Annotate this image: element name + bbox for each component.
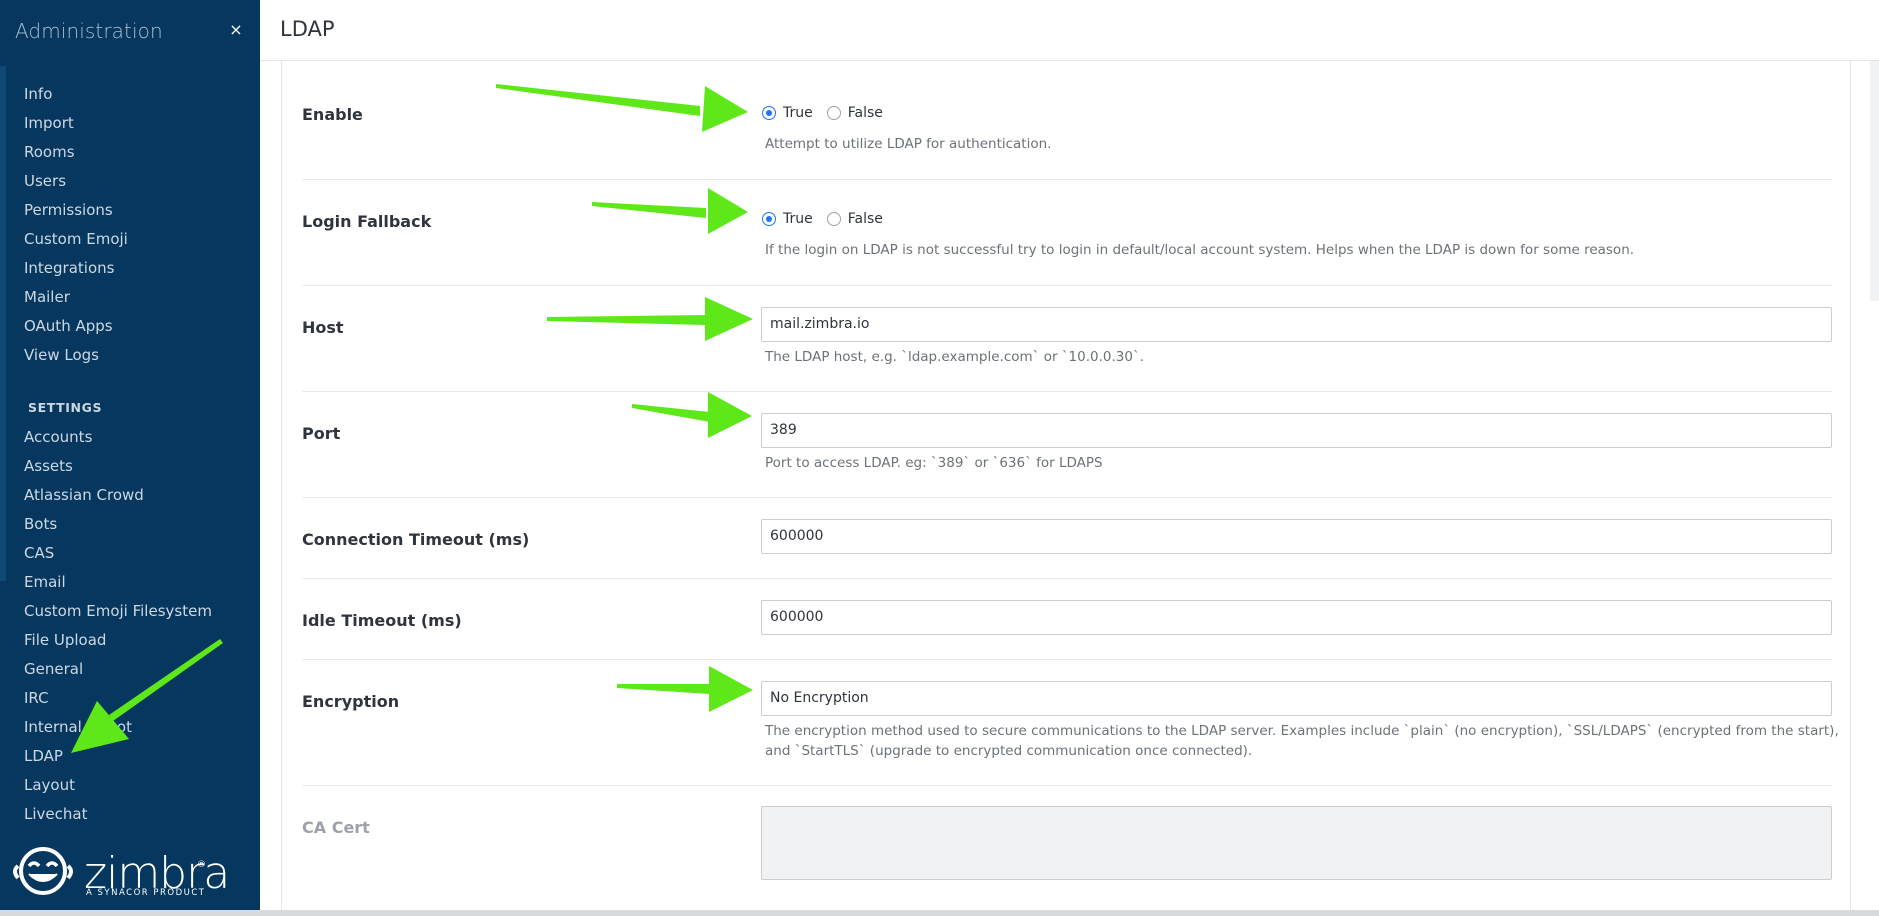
sidebar-item-view-logs[interactable]: View Logs: [0, 341, 260, 370]
logo-tagline: A SYNACOR PRODUCT: [86, 888, 206, 898]
ca-cert-label: CA Cert: [302, 818, 370, 837]
sidebar-item-general[interactable]: General: [0, 655, 260, 684]
sidebar-item-internal-hubot[interactable]: Internal Hubot: [0, 713, 260, 742]
login-fallback-label: Login Fallback: [302, 212, 432, 231]
main-scrollbar[interactable]: [1870, 61, 1879, 301]
settings-section-label: SETTINGS: [28, 400, 103, 415]
sidebar-item-mailer[interactable]: Mailer: [0, 283, 260, 312]
page-header: LDAP: [260, 0, 1879, 61]
sidebar-item-layout[interactable]: Layout: [0, 771, 260, 800]
sidebar-item-rooms[interactable]: Rooms: [0, 138, 260, 167]
login-fallback-true-radio[interactable]: [762, 212, 776, 226]
sidebar-item-email[interactable]: Email: [0, 568, 260, 597]
sidebar-item-bots[interactable]: Bots: [0, 510, 260, 539]
enable-false-label: False: [847, 105, 883, 121]
sidebar-header: Administration ×: [0, 0, 260, 62]
sidebar-item-custom-emoji[interactable]: Custom Emoji: [0, 225, 260, 254]
port-input[interactable]: 389: [761, 413, 1832, 448]
connection-timeout-input[interactable]: 600000: [761, 519, 1832, 554]
enable-true-label: True: [783, 105, 813, 121]
sidebar-item-integrations[interactable]: Integrations: [0, 254, 260, 283]
encryption-select[interactable]: No Encryption: [761, 681, 1832, 716]
sidebar-item-info[interactable]: Info: [0, 80, 260, 109]
connection-timeout-label: Connection Timeout (ms): [302, 530, 530, 549]
page-title: LDAP: [280, 17, 335, 41]
setting-enable: Enable True False Attempt to utilize LDA…: [302, 61, 1832, 180]
sidebar-title: Administration: [15, 19, 163, 43]
login-fallback-true-label: True: [783, 211, 813, 227]
login-fallback-true-option[interactable]: True: [762, 211, 813, 227]
login-fallback-hint: If the login on LDAP is not successful t…: [765, 242, 1635, 258]
login-fallback-false-radio[interactable]: [826, 212, 841, 226]
ca-cert-textarea[interactable]: [761, 806, 1832, 880]
host-input[interactable]: mail.zimbra.io: [761, 307, 1832, 342]
enable-true-radio[interactable]: [762, 106, 776, 120]
encryption-hint-line2: and `StartTLS` (upgrade to encrypted com…: [765, 743, 1253, 759]
idle-timeout-input[interactable]: 600000: [761, 600, 1832, 635]
host-hint: The LDAP host, e.g. `ldap.example.com` o…: [765, 349, 1144, 365]
sidebar-item-assets[interactable]: Assets: [0, 452, 260, 481]
admin-sidebar: Administration × Info Import Rooms Users…: [0, 0, 260, 910]
zimbra-face-icon: [13, 847, 73, 895]
port-hint: Port to access LDAP. eg: `389` or `636` …: [765, 455, 1103, 471]
encryption-label: Encryption: [302, 692, 400, 711]
bottom-edge: [0, 910, 1879, 916]
enable-false-radio[interactable]: [826, 106, 841, 120]
host-label: Host: [302, 318, 344, 337]
login-fallback-false-label: False: [847, 211, 883, 227]
sidebar-item-ldap[interactable]: LDAP: [0, 742, 260, 771]
settings-nav-list: Accounts Assets Atlassian Crowd Bots CAS…: [0, 423, 260, 829]
zimbra-logo: zimbra ® A SYNACOR PRODUCT: [0, 836, 260, 910]
sidebar-item-import[interactable]: Import: [0, 109, 260, 138]
ldap-settings-panel: Enable True False Attempt to utilize LDA…: [281, 61, 1851, 910]
sidebar-item-irc[interactable]: IRC: [0, 684, 260, 713]
sidebar-item-cas[interactable]: CAS: [0, 539, 260, 568]
enable-label: Enable: [302, 105, 363, 124]
sidebar-item-permissions[interactable]: Permissions: [0, 196, 260, 225]
enable-hint: Attempt to utilize LDAP for authenticati…: [765, 136, 1052, 152]
setting-idle-timeout: Idle Timeout (ms) 600000: [302, 579, 1832, 660]
setting-host: Host mail.zimbra.io The LDAP host, e.g. …: [302, 286, 1832, 392]
enable-true-option[interactable]: True: [762, 105, 813, 121]
enable-false-option[interactable]: False: [826, 105, 883, 121]
login-fallback-radio-group: True False: [762, 211, 897, 227]
enable-radio-group: True False: [762, 105, 897, 121]
registered-mark: ®: [197, 860, 206, 870]
sidebar-item-livechat[interactable]: Livechat: [0, 800, 260, 829]
login-fallback-false-option[interactable]: False: [826, 211, 883, 227]
sidebar-item-accounts[interactable]: Accounts: [0, 423, 260, 452]
sidebar-item-atlassian-crowd[interactable]: Atlassian Crowd: [0, 481, 260, 510]
setting-encryption: Encryption No Encryption The encryption …: [302, 660, 1839, 786]
idle-timeout-label: Idle Timeout (ms): [302, 611, 462, 630]
admin-nav-list: Info Import Rooms Users Permissions Cust…: [0, 80, 260, 370]
port-label: Port: [302, 424, 341, 443]
setting-ca-cert: CA Cert: [302, 786, 1832, 910]
close-icon[interactable]: ×: [228, 18, 244, 42]
sidebar-item-file-upload[interactable]: File Upload: [0, 626, 260, 655]
sidebar-item-custom-emoji-filesystem[interactable]: Custom Emoji Filesystem: [0, 597, 260, 626]
sidebar-item-oauth-apps[interactable]: OAuth Apps: [0, 312, 260, 341]
setting-port: Port 389 Port to access LDAP. eg: `389` …: [302, 392, 1832, 498]
encryption-hint-line1: The encryption method used to secure com…: [765, 723, 1839, 739]
setting-login-fallback: Login Fallback True False If the login o…: [302, 180, 1832, 286]
setting-connection-timeout: Connection Timeout (ms) 600000: [302, 498, 1832, 579]
sidebar-item-users[interactable]: Users: [0, 167, 260, 196]
